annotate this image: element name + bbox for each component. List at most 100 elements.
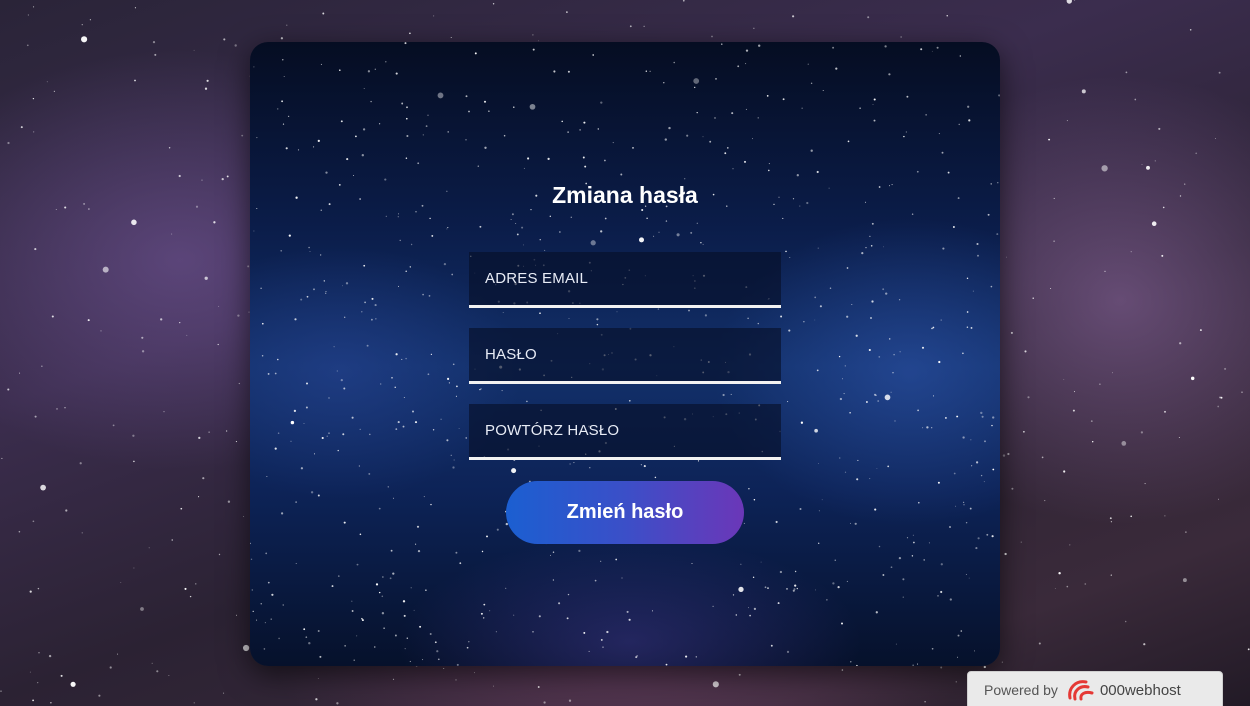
star — [1038, 642, 1041, 645]
star — [539, 312, 541, 315]
star — [953, 472, 956, 475]
star — [264, 622, 266, 624]
star — [764, 586, 767, 589]
star — [925, 114, 927, 116]
star — [829, 287, 832, 289]
star — [532, 48, 535, 51]
star — [738, 673, 741, 676]
star — [452, 466, 455, 469]
star — [511, 213, 514, 216]
star — [975, 461, 979, 464]
star — [1158, 127, 1161, 130]
star — [1179, 342, 1182, 345]
star — [278, 637, 280, 640]
star — [29, 671, 31, 673]
star — [748, 607, 749, 609]
star — [976, 242, 979, 246]
star — [941, 151, 944, 154]
star — [589, 467, 591, 469]
star — [949, 526, 951, 528]
star — [846, 267, 849, 269]
page-background: Zmiana hasła Zmień hasło Powered by 000w… — [0, 0, 1250, 706]
star — [252, 610, 254, 613]
star — [423, 496, 425, 498]
star — [453, 459, 455, 461]
change-password-button[interactable]: Zmień hasło — [506, 481, 744, 544]
star — [300, 467, 304, 470]
star — [664, 138, 667, 141]
star — [568, 699, 572, 702]
star — [447, 227, 449, 229]
star — [962, 352, 964, 355]
star — [402, 600, 406, 603]
star — [1110, 574, 1112, 576]
star — [1218, 71, 1221, 74]
star — [1224, 367, 1227, 370]
star — [261, 354, 264, 357]
star — [621, 577, 623, 579]
star — [865, 246, 867, 249]
star — [1090, 420, 1093, 422]
star — [895, 643, 897, 645]
star — [38, 652, 40, 654]
star — [704, 314, 707, 317]
star — [374, 68, 376, 70]
star — [913, 541, 915, 544]
star — [740, 563, 742, 565]
star — [394, 634, 397, 637]
star — [967, 105, 970, 108]
star — [1214, 137, 1216, 139]
star — [921, 346, 925, 349]
star — [392, 678, 395, 680]
star — [695, 656, 698, 658]
star — [794, 584, 797, 587]
star — [429, 217, 431, 220]
star — [649, 70, 651, 72]
star — [443, 262, 447, 266]
star — [163, 411, 165, 413]
star — [488, 110, 490, 113]
star — [465, 95, 468, 98]
star — [381, 595, 384, 598]
star — [403, 397, 405, 399]
star — [250, 558, 253, 560]
star — [878, 356, 881, 358]
star — [947, 171, 950, 174]
star — [300, 298, 303, 301]
password-input[interactable] — [469, 328, 781, 381]
star — [712, 681, 719, 688]
star — [588, 650, 590, 652]
star — [315, 698, 318, 701]
star — [317, 494, 320, 497]
star — [397, 421, 400, 424]
star — [737, 65, 740, 68]
email-input[interactable] — [469, 252, 781, 305]
star — [1164, 410, 1166, 413]
star — [971, 465, 973, 467]
star — [1184, 183, 1186, 185]
star — [384, 178, 387, 181]
star — [505, 587, 507, 590]
star — [474, 52, 477, 55]
star — [819, 305, 822, 308]
star — [757, 322, 759, 325]
star — [325, 171, 328, 174]
star — [870, 317, 872, 319]
star — [450, 37, 452, 38]
star — [151, 662, 153, 664]
star — [892, 372, 894, 374]
star — [566, 617, 569, 620]
star — [404, 648, 406, 650]
star — [807, 63, 809, 65]
star — [398, 213, 400, 215]
star — [1141, 163, 1143, 165]
star — [340, 378, 343, 382]
powered-by-badge[interactable]: Powered by 000webhost — [967, 671, 1223, 706]
star — [390, 549, 393, 552]
star — [814, 296, 817, 299]
star — [241, 134, 244, 137]
star — [27, 14, 29, 16]
star — [405, 357, 407, 360]
star — [839, 457, 841, 459]
repeat-password-input[interactable] — [469, 404, 781, 457]
